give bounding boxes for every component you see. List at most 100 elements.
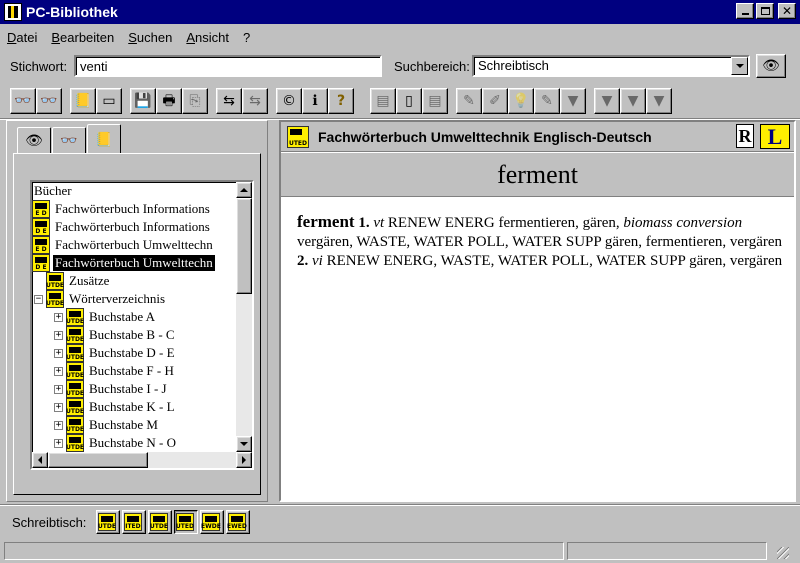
sense-number: 2. [297,253,309,269]
desk-shelf: Schreibtisch: UTDE ITED UTDE UTED EWDE E… [12,510,252,534]
note-icon: ▤ [376,93,390,109]
toolbar-button-15[interactable]: ✎ [456,88,482,114]
suchbereich-select[interactable]: Schreibtisch [472,55,750,77]
toolbar-button-5[interactable]: 🖶 [156,88,182,114]
resize-grip[interactable] [770,542,790,560]
title-bar[interactable]: PC-Bibliothek ✕ [0,0,800,24]
minimize-icon [741,13,749,15]
expand-icon[interactable]: + [54,420,63,430]
edit-icon: ✐ [489,93,501,109]
toolbar-button-9[interactable]: © [276,88,302,114]
chevron-down-icon [735,64,744,68]
toolbar-button-12[interactable]: ▤ [370,88,396,114]
toolbar-button-6[interactable]: ⎘ [182,88,208,114]
scroll-down-button[interactable] [236,436,252,452]
eye-icon: 👁 [25,132,43,149]
vertical-scroll-thumb[interactable] [236,198,252,294]
maximize-button[interactable] [756,3,774,19]
minimize-button[interactable] [736,3,754,19]
toolbar: 👓 👓 📒 ▭ 💾 🖶 ⎘ ⇆ ⇆ © ℹ ? ▤ ▯ ▤ ✎ ✐ 💡 ✎ ▼ … [10,88,672,114]
suchbereich-dropdown-button[interactable] [731,57,748,75]
toolbar-button-18[interactable]: ✎ [534,88,560,114]
toolbar-button-2[interactable]: 📒 [70,88,96,114]
tree-root[interactable]: Bücher [32,182,74,200]
shelf-book-button[interactable]: EWDE [200,510,225,534]
tree-item-woerterverzeichnis[interactable]: − UTDE Wörterverzeichnis [34,290,167,308]
scroll-right-button[interactable] [236,452,252,468]
expand-icon[interactable]: + [54,348,63,358]
sense-context: biomass conversion [623,215,743,231]
tree-item-letter[interactable]: + UTDE Buchstabe M [54,416,160,434]
shelf-book-button[interactable]: ITED [122,510,147,534]
toolbar-button-10[interactable]: ℹ [302,88,328,114]
toolbar-button-19[interactable]: ▼ [560,88,586,114]
tree-item-book-1[interactable]: E D Fachwörterbuch Informations [32,200,212,218]
page-icon: ▯ [405,93,413,109]
tree-item-letter[interactable]: + UTDE Buchstabe I - J [54,380,169,398]
toolbar-button-7[interactable]: ⇆ [216,88,242,114]
toolbar-button-11[interactable]: ? [328,88,354,114]
toolbar-button-4[interactable]: 💾 [130,88,156,114]
tree-horizontal-scrollbar[interactable] [32,452,252,468]
toolbar-button-22[interactable]: ▼ [646,88,672,114]
tree-item-letter[interactable]: + UTDE Buchstabe A [54,308,157,326]
toolbar-button-13[interactable]: ▯ [396,88,422,114]
status-pane-secondary [567,542,767,560]
expand-icon[interactable]: + [54,384,63,394]
sense-text: vergären, WASTE, WATER POLL, WATER SUPP … [297,234,783,250]
close-button[interactable]: ✕ [778,3,796,19]
toolbar-button-8[interactable]: ⇆ [242,88,268,114]
tree-item-letter[interactable]: + UTDE Buchstabe K - L [54,398,177,416]
view-button[interactable]: 👁 [756,54,786,78]
book-tree[interactable]: Bücher E D Fachwörterbuch Informations D … [30,180,254,470]
shelf-book-button[interactable]: UTDE [148,510,173,534]
stichwort-input[interactable] [74,55,382,77]
toolbar-button-16[interactable]: ✐ [482,88,508,114]
app-icon[interactable] [4,3,22,21]
stichwort-label: Stichwort: [10,59,68,74]
menu-suchen[interactable]: Suchen [121,30,179,45]
tree-item-letter[interactable]: + UTDE Buchstabe F - H [54,362,176,380]
scroll-up-button[interactable] [236,182,252,198]
toolbar-button-1[interactable]: 👓 [36,88,62,114]
horizontal-scroll-thumb[interactable] [48,452,148,468]
toolbar-button-21[interactable]: ▼ [620,88,646,114]
tree-item-zusaetze[interactable]: UTDE Zusätze [46,272,111,290]
window-title: PC-Bibliothek [26,4,118,20]
menu-help[interactable]: ? [236,30,257,45]
shelf-book-button[interactable]: EWED [226,510,251,534]
menu-datei[interactable]: Datei [0,30,44,45]
tree-item-letter[interactable]: + UTDE Buchstabe D - E [54,344,177,362]
menu-bearbeiten[interactable]: Bearbeiten [44,30,121,45]
copyright-icon: © [282,93,296,109]
tree-item-letter[interactable]: + UTDE Buchstabe B - C [54,326,177,344]
book-icon: UTDE [98,513,116,531]
toolbar-button-20[interactable]: ▼ [594,88,620,114]
tree-item-book-4[interactable]: D E Fachwörterbuch Umwelttechn [32,254,215,272]
toolbar-button-0[interactable]: 👓 [10,88,36,114]
expand-icon[interactable]: + [54,312,63,322]
toolbar-button-3[interactable]: ▭ [96,88,122,114]
tree-item-book-3[interactable]: E D Fachwörterbuch Umwelttechn [32,236,215,254]
tree-item-book-2[interactable]: D E Fachwörterbuch Informations [32,218,212,236]
dictionary-entry[interactable]: ferment 1. vt RENEW ENERG fermentieren, … [297,212,787,271]
expand-icon[interactable]: + [54,402,63,412]
toolbar-button-17[interactable]: 💡 [508,88,534,114]
shelf-book-button-active[interactable]: UTED [174,510,199,534]
collapse-icon[interactable]: − [34,294,43,304]
tab-books[interactable]: 📒 [87,124,121,154]
tree-vertical-scrollbar[interactable] [236,182,252,452]
tree-item-letter[interactable]: + UTDE Buchstabe N - O [54,434,178,452]
tab-search[interactable]: 👓 [52,127,86,153]
toolbar-button-14[interactable]: ▤ [422,88,448,114]
scroll-left-button[interactable] [32,452,48,468]
tab-view[interactable]: 👁 [17,127,51,153]
expand-icon[interactable]: + [54,366,63,376]
menu-ansicht[interactable]: Ansicht [179,30,236,45]
info-book-icon: ℹ [312,93,318,109]
book-icon: UTDE [66,344,84,362]
shelf-book-button[interactable]: UTDE [96,510,121,534]
expand-icon[interactable]: + [54,438,63,448]
book-icon: UTDE [46,272,64,290]
expand-icon[interactable]: + [54,330,63,340]
